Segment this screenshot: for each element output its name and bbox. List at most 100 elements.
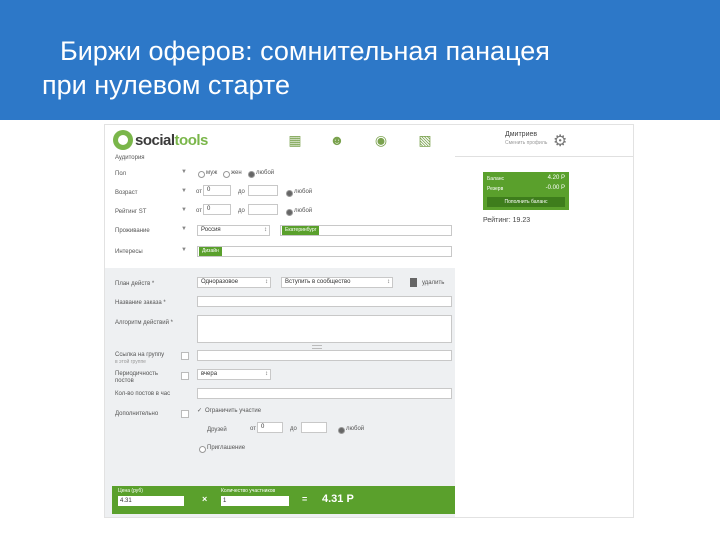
quantity-label: Количество участников — [221, 488, 276, 494]
periodicity-checkbox[interactable] — [181, 372, 189, 380]
order-name-input[interactable] — [197, 296, 452, 307]
trash-icon[interactable] — [410, 278, 417, 287]
country-select[interactable]: Россия — [197, 225, 270, 236]
posts-per-hour-label: Кол-во постов в час — [115, 391, 171, 397]
price-input[interactable]: 4.31 — [118, 496, 184, 506]
logo-icon — [113, 130, 133, 150]
logo-text-part-2: tools — [174, 131, 209, 149]
periodicity-label: Периодичность постов — [115, 371, 159, 384]
order-name-label: Название заказа * — [115, 300, 166, 306]
balance-label: Баланс — [487, 176, 505, 182]
logo-text: socialtools — [135, 132, 208, 149]
age-from-label: от — [196, 189, 202, 195]
slide-title-line-2: при нулевом старте — [42, 70, 291, 100]
friends-label: Друзей — [207, 427, 227, 433]
friends-any-label: любой — [346, 426, 365, 432]
age-label: Возраст — [115, 190, 138, 196]
quantity-input[interactable]: 1 — [221, 496, 289, 506]
chats-icon[interactable]: ▧ — [417, 132, 433, 148]
balance-panel: Баланс 4.20 Р Резерв -0.00 Р Пополнить б… — [483, 172, 569, 210]
gender-radio-any[interactable] — [248, 171, 255, 178]
age-from-input[interactable]: 0 — [203, 185, 231, 196]
age-any-label: любой — [294, 189, 313, 195]
limit-participation-label: Ограничить участие — [205, 408, 262, 414]
limit-check-icon[interactable]: ✓ — [197, 407, 202, 414]
chevron-down-icon[interactable]: ▼ — [181, 207, 187, 213]
friends-from-label: от — [250, 426, 256, 432]
age-to-label: до — [238, 189, 245, 195]
total-price: 4.31 Р — [322, 493, 354, 505]
multiply-sign: × — [202, 494, 208, 504]
interests-input[interactable] — [197, 246, 452, 257]
order-form: Аудитория Пол ▼ муж жен любой Возраст ▼ … — [105, 155, 455, 517]
slide-title-line-1: Биржи оферов: сомнительная панацея — [60, 36, 550, 66]
top-bar: socialtools ▦ ☻ ◉ ▧ Дмитриев Сменить про… — [105, 125, 633, 157]
reserve-value: -0.00 Р — [545, 185, 565, 191]
group-link-checkbox[interactable] — [181, 352, 189, 360]
reserve-label: Резерв — [487, 186, 504, 192]
gender-label: Пол — [115, 171, 127, 177]
price-label: Цена (руб) — [118, 488, 143, 494]
resize-handle[interactable] — [312, 345, 322, 349]
face-icon[interactable]: ☻ — [329, 132, 345, 148]
logo-text-part-1: social — [135, 131, 175, 149]
chevron-down-icon[interactable]: ▼ — [181, 188, 187, 194]
gender-radio-female[interactable] — [223, 171, 230, 178]
user-name[interactable]: Дмитриев — [505, 131, 537, 138]
audience-section: Аудитория Пол ▼ муж жен любой Возраст ▼ … — [105, 155, 455, 268]
algorithm-textarea[interactable] — [197, 315, 452, 343]
gear-icon[interactable]: ⚙ — [553, 131, 567, 151]
posts-per-hour-input[interactable] — [197, 388, 452, 399]
rating-any-label: любой — [294, 208, 313, 214]
rating-label: Рейтинг: — [483, 217, 511, 224]
rating-value: 19.23 — [512, 217, 531, 224]
rating-to-label: до — [238, 208, 245, 214]
gender-option-male: муж — [206, 170, 218, 176]
group-link-sublabel: в этой группе — [115, 359, 146, 365]
city-tag[interactable]: Екатеринбург — [282, 226, 320, 235]
friends-to-input[interactable] — [301, 422, 327, 433]
gender-option-female: жен — [231, 170, 242, 176]
algorithm-label: Алгоритм действий * — [115, 320, 173, 326]
gender-radio-male[interactable] — [198, 171, 205, 178]
clipboard-icon[interactable]: ▦ — [287, 132, 303, 148]
rating-to-input[interactable] — [248, 204, 278, 215]
task-section: План действ * Одноразовое Вступить в соо… — [105, 268, 455, 517]
equals-sign: = — [302, 494, 308, 504]
rating-from-label: от — [196, 208, 202, 214]
chat-bubble-icon[interactable]: ◉ — [373, 132, 389, 148]
audience-heading: Аудитория — [115, 155, 145, 161]
user-subtitle[interactable]: Сменить профиль — [505, 140, 547, 146]
age-to-input[interactable] — [248, 185, 278, 196]
age-any-radio[interactable] — [286, 190, 293, 197]
delete-label[interactable]: удалить — [422, 280, 444, 286]
invite-label: Приглашение — [207, 445, 246, 451]
interests-label: Интересы — [115, 249, 143, 255]
chevron-down-icon[interactable]: ▼ — [181, 226, 187, 232]
group-link-label: Ссылка на группу — [115, 352, 165, 358]
interest-tag[interactable]: Дизайн — [199, 247, 222, 256]
friends-from-input[interactable]: 0 — [257, 422, 283, 433]
app-screenshot: socialtools ▦ ☻ ◉ ▧ Дмитриев Сменить про… — [104, 124, 634, 518]
top-up-button[interactable]: Пополнить баланс — [487, 197, 565, 207]
invite-radio[interactable] — [199, 446, 206, 453]
friends-to-label: до — [290, 426, 297, 432]
task-action-select[interactable]: Вступить в сообщество — [281, 277, 393, 288]
task-type-label: План действ * — [115, 281, 155, 287]
chevron-down-icon[interactable]: ▼ — [181, 169, 187, 175]
extra-label: Дополнительно — [115, 411, 159, 417]
rating-any-radio[interactable] — [286, 209, 293, 216]
gender-option-any: любой — [256, 170, 275, 176]
logo[interactable]: socialtools — [113, 130, 208, 150]
slide-title: Биржи оферов: сомнительная панацея при н… — [42, 34, 682, 102]
rating-from-input[interactable]: 0 — [203, 204, 231, 215]
user-rating: Рейтинг: 19.23 — [483, 217, 530, 224]
rating-st-label: Рейтинг ST — [115, 209, 147, 215]
friends-any-radio[interactable] — [338, 427, 345, 434]
chevron-down-icon[interactable]: ▼ — [181, 247, 187, 253]
group-link-input[interactable] — [197, 350, 452, 361]
price-bar: Цена (руб) 4.31 × Количество участников … — [112, 486, 455, 514]
extra-checkbox[interactable] — [181, 410, 189, 418]
task-frequency-select[interactable]: Одноразовое — [197, 277, 271, 288]
periodicity-select[interactable]: вчера — [197, 369, 271, 380]
